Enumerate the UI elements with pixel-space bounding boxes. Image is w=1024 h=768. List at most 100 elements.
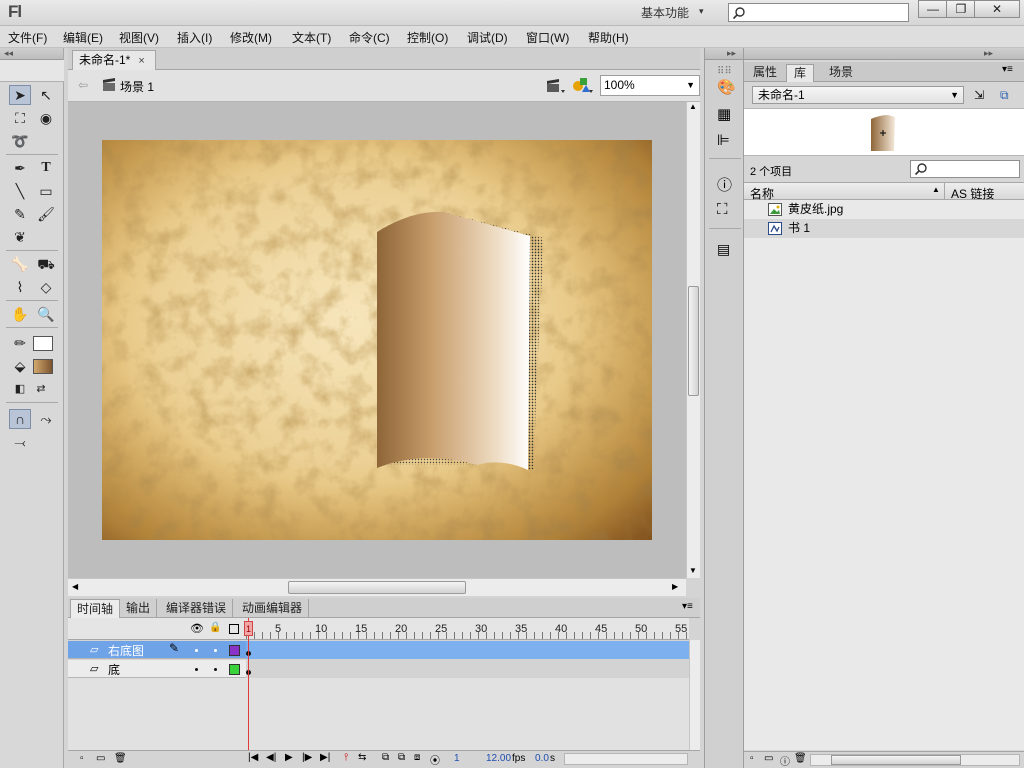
horizontal-scroll-thumb[interactable]	[831, 755, 961, 765]
close-button[interactable]: ✕	[974, 0, 1020, 18]
scroll-right-icon[interactable]: ▶	[672, 582, 678, 591]
outline-icon[interactable]	[229, 624, 239, 634]
align-panel-icon[interactable]: ⊫	[717, 131, 730, 149]
delete-layer-icon[interactable]: 🗑	[114, 753, 127, 764]
layer-color-swatch[interactable]	[229, 645, 240, 656]
tab-output[interactable]: 输出	[120, 599, 158, 618]
selection-tool-icon[interactable]: ➤	[9, 85, 31, 105]
text-tool-icon[interactable]: T	[35, 158, 57, 178]
panel-collapse-bar[interactable]: ◂◂	[0, 48, 63, 60]
menu-edit[interactable]: 编辑(E)	[63, 29, 103, 46]
new-folder-icon[interactable]: ▭	[96, 753, 105, 764]
tab-scene[interactable]: 场景	[822, 64, 860, 82]
close-icon[interactable]: ×	[138, 55, 144, 67]
panel-collapse-bar[interactable]: ▸▸	[705, 48, 743, 60]
layer-frames[interactable]	[246, 641, 689, 659]
panel-collapse-bar[interactable]: ▸▸	[744, 48, 1024, 60]
visibility-dot[interactable]	[195, 649, 198, 652]
menu-control[interactable]: 控制(O)	[407, 29, 448, 46]
layer-row[interactable]: ▱ 右底图 ✎	[68, 641, 689, 659]
color-panel-icon[interactable]: 🎨	[717, 78, 736, 96]
loop-icon[interactable]: ⇆	[358, 752, 366, 763]
layer-row[interactable]: ▱ 底	[68, 660, 689, 678]
fill-color-icon[interactable]: ⬙	[9, 356, 31, 376]
lasso-tool-icon[interactable]: ➰	[9, 131, 31, 151]
play-icon[interactable]: ▶	[285, 752, 293, 763]
tab-library[interactable]: 库	[786, 64, 815, 82]
eye-icon[interactable]: 👁	[190, 622, 204, 635]
deco-tool-icon[interactable]: ❦	[9, 227, 31, 247]
menu-commands[interactable]: 命令(C)	[349, 29, 390, 46]
layer-name[interactable]: 底	[108, 661, 120, 678]
step-back-icon[interactable]: ◀|	[266, 752, 276, 763]
pen-tool-icon[interactable]: ✒	[9, 158, 31, 178]
tab-compiler-errors[interactable]: 编译器错误	[160, 599, 234, 618]
lock-dot[interactable]	[214, 649, 217, 652]
zoom-select[interactable]: 100% ▼	[600, 75, 700, 96]
modify-markers-icon[interactable]: ⦿	[430, 752, 440, 767]
tab-timeline[interactable]: 时间轴	[70, 599, 121, 618]
list-item[interactable]: 书 1	[744, 219, 1024, 238]
panel-menu-icon[interactable]: ▾≡	[682, 601, 693, 612]
library-search-input[interactable]	[910, 160, 1020, 178]
swap-colors-icon[interactable]: ⇄	[30, 379, 52, 399]
library-document-select[interactable]: 未命名-1 ▼	[752, 86, 964, 104]
paint-bucket-tool-icon[interactable]: ⛟	[35, 254, 57, 274]
edit-symbols-icon[interactable]	[572, 76, 594, 94]
smooth-icon[interactable]: ⤳	[35, 409, 57, 429]
lock-dot[interactable]	[214, 668, 217, 671]
back-arrow-icon[interactable]: ⇦	[78, 78, 88, 92]
scroll-up-icon[interactable]: ▲	[689, 102, 697, 111]
menu-text[interactable]: 文本(T)	[292, 29, 331, 46]
goto-last-frame-icon[interactable]: ▶|	[320, 752, 330, 763]
playhead-marker[interactable]: 1	[244, 621, 253, 636]
stroke-color-swatch[interactable]	[33, 336, 53, 351]
pin-library-icon[interactable]: ⇲	[974, 88, 984, 102]
panel-menu-icon[interactable]: ▾≡	[1002, 64, 1013, 75]
eyedropper-tool-icon[interactable]: ⌇	[9, 277, 31, 297]
menu-help[interactable]: 帮助(H)	[588, 29, 629, 46]
rectangle-tool-icon[interactable]: ▭	[35, 181, 57, 201]
chevron-down-icon[interactable]: ▾	[699, 6, 704, 17]
menu-window[interactable]: 窗口(W)	[526, 29, 569, 46]
snap-to-objects-icon[interactable]: ∩	[9, 409, 31, 429]
lock-icon[interactable]: 🔒	[209, 622, 221, 633]
library-horizontal-scrollbar[interactable]	[810, 754, 1020, 766]
free-transform-tool-icon[interactable]: ⛶	[9, 108, 31, 128]
timeline-horizontal-scrollbar[interactable]	[564, 753, 688, 765]
workspace-switcher[interactable]: 基本功能	[641, 4, 689, 21]
transform-panel-icon[interactable]: ⛶	[717, 201, 728, 218]
stage-canvas[interactable]	[102, 140, 652, 540]
current-frame-value[interactable]: 1	[454, 753, 460, 764]
edit-scene-icon[interactable]	[546, 78, 566, 94]
menu-view[interactable]: 视图(V)	[119, 29, 159, 46]
help-search-input[interactable]	[728, 3, 909, 22]
step-forward-icon[interactable]: |▶	[302, 752, 312, 763]
new-folder-icon[interactable]: ▭	[764, 753, 773, 764]
subselection-tool-icon[interactable]: ↖	[35, 85, 57, 105]
edit-multiple-frames-icon[interactable]: ⧈	[414, 752, 420, 763]
info-panel-icon[interactable]: ⓘ	[717, 174, 732, 195]
default-colors-icon[interactable]: ◧	[9, 379, 31, 399]
playhead[interactable]	[248, 618, 249, 750]
horizontal-scroll-thumb[interactable]	[288, 581, 466, 594]
straighten-icon[interactable]: ⤙	[9, 432, 31, 452]
new-library-panel-icon[interactable]: ⧉	[1000, 88, 1009, 103]
3d-rotation-tool-icon[interactable]: ◉	[35, 108, 57, 128]
pencil-tool-icon[interactable]: ✎	[9, 204, 31, 224]
scroll-left-icon[interactable]: ◀	[72, 582, 78, 591]
bone-tool-icon[interactable]: 🦴	[9, 254, 31, 274]
minimize-button[interactable]: —	[918, 0, 948, 18]
onion-skin-icon[interactable]: ⧉	[382, 752, 389, 763]
stage-vertical-scrollbar[interactable]: ▲ ▼	[686, 102, 700, 578]
layer-name[interactable]: 右底图	[108, 642, 144, 659]
list-item[interactable]: 黄皮纸.jpg	[744, 200, 1024, 219]
delete-icon[interactable]: 🗑	[794, 753, 807, 764]
onion-outline-icon[interactable]: ⧉	[398, 752, 405, 763]
hand-tool-icon[interactable]: ✋	[9, 304, 31, 324]
document-tab[interactable]: 未命名-1* ×	[72, 50, 156, 70]
library-item-name[interactable]: 书 1	[788, 219, 810, 238]
scroll-down-icon[interactable]: ▼	[689, 566, 697, 575]
goto-first-frame-icon[interactable]: |◀	[248, 752, 258, 763]
fill-color-swatch[interactable]	[33, 359, 53, 374]
